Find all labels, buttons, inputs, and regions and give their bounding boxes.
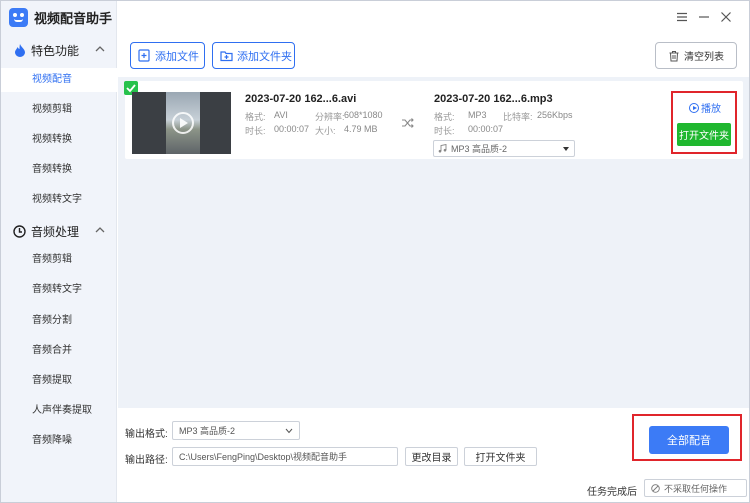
output-path-field[interactable]: C:\Users\FengPing\Desktop\视频配音助手 xyxy=(172,447,398,466)
output-path-value: C:\Users\FengPing\Desktop\视频配音助手 xyxy=(179,452,348,462)
add-file-icon xyxy=(138,49,150,62)
caret-down-icon xyxy=(563,147,569,151)
size-label: 大小: xyxy=(315,126,336,136)
target-duration: 00:00:07 xyxy=(468,124,504,134)
item-format-value: MP3 高品质-2 xyxy=(451,144,508,154)
bitrate: 256Kbps xyxy=(537,110,573,120)
flame-icon xyxy=(13,43,26,57)
source-duration: 00:00:07 xyxy=(274,124,310,134)
sidebar-group-audio[interactable]: 音频处理 xyxy=(1,220,117,242)
sidebar-item-video-to-text[interactable]: 视频转文字 xyxy=(1,188,117,212)
bitrate-label: 比特率: xyxy=(503,112,533,122)
sidebar-item-video-convert[interactable]: 视频转换 xyxy=(1,128,117,152)
close-icon[interactable] xyxy=(720,11,732,23)
sidebar-item-video-dubbing[interactable]: 视频配音 xyxy=(1,68,117,92)
add-folder-label: 添加文件夹 xyxy=(237,50,292,63)
after-done-select[interactable]: 不采取任何操作 xyxy=(644,479,747,497)
sidebar-item-audio-split[interactable]: 音频分割 xyxy=(1,309,117,333)
source-format-label: 格式: xyxy=(245,112,266,122)
sidebar-item-audio-extract[interactable]: 音频提取 xyxy=(1,369,117,393)
chevron-up-icon[interactable] xyxy=(95,225,105,235)
app-window: 视频配音助手 特色功能 视频配音 视频剪辑 视频转换 音频转换 视频转文字 音频… xyxy=(0,0,750,503)
play-label: 播放 xyxy=(701,104,721,115)
sidebar-item-video-edit[interactable]: 视频剪辑 xyxy=(1,98,117,122)
convert-arrow-icon xyxy=(402,118,414,128)
sidebar-item-audio-convert[interactable]: 音频转换 xyxy=(1,158,117,182)
music-note-icon xyxy=(438,144,447,153)
resolution-label: 分辨率: xyxy=(315,112,345,122)
source-format: AVI xyxy=(274,110,288,120)
sidebar-item-audio-denoise[interactable]: 音频降噪 xyxy=(1,429,117,453)
play-overlay-icon[interactable] xyxy=(172,112,194,134)
add-folder-icon xyxy=(220,51,233,62)
after-done-label: 任务完成后 xyxy=(587,487,637,498)
target-format: MP3 xyxy=(468,110,487,120)
play-icon xyxy=(689,102,699,113)
sidebar-item-vocal-separation[interactable]: 人声伴奏提取 xyxy=(1,399,117,423)
disc-icon xyxy=(13,224,26,238)
open-folder-button[interactable]: 打开文件夹 xyxy=(677,123,731,146)
open-output-folder-button[interactable]: 打开文件夹 xyxy=(464,447,537,466)
chevron-up-icon[interactable] xyxy=(95,44,105,54)
source-file-name: 2023-07-20 162...6.avi xyxy=(245,93,357,105)
chevron-down-icon xyxy=(285,428,293,434)
app-logo: 视频配音助手 xyxy=(9,8,112,27)
sidebar: 视频配音助手 特色功能 视频配音 视频剪辑 视频转换 音频转换 视频转文字 音频… xyxy=(1,1,117,502)
add-file-button[interactable]: 添加文件 xyxy=(130,42,205,69)
source-duration-label: 时长: xyxy=(245,126,266,136)
app-logo-icon xyxy=(9,8,28,27)
file-size: 4.79 MB xyxy=(344,124,378,134)
sidebar-group-label: 音频处理 xyxy=(31,224,80,239)
convert-all-button[interactable]: 全部配音 xyxy=(649,426,729,454)
clear-list-button[interactable]: 清空列表 xyxy=(655,42,737,69)
output-format-select[interactable]: MP3 高品质-2 xyxy=(172,421,300,440)
play-button[interactable]: 播放 xyxy=(689,100,721,115)
sidebar-item-audio-to-text[interactable]: 音频转文字 xyxy=(1,278,117,302)
after-done-value: 不采取任何操作 xyxy=(664,483,728,494)
clear-list-label: 清空列表 xyxy=(684,52,724,63)
menu-icon[interactable] xyxy=(676,11,688,23)
target-format-label: 格式: xyxy=(434,112,455,122)
minimize-icon[interactable] xyxy=(698,11,710,23)
target-duration-label: 时长: xyxy=(434,126,455,136)
sidebar-item-audio-merge[interactable]: 音频合并 xyxy=(1,339,117,363)
add-folder-button[interactable]: 添加文件夹 xyxy=(212,42,295,69)
sidebar-group-label: 特色功能 xyxy=(31,43,80,58)
resolution: 608*1080 xyxy=(344,110,383,120)
sidebar-item-audio-edit[interactable]: 音频剪辑 xyxy=(1,248,117,272)
sidebar-group-features[interactable]: 特色功能 xyxy=(1,39,117,61)
item-format-select[interactable]: MP3 高品质-2 xyxy=(433,140,575,157)
add-file-label: 添加文件 xyxy=(155,50,199,63)
output-format-value: MP3 高品质-2 xyxy=(179,426,236,436)
output-format-label: 输出格式: xyxy=(125,429,168,440)
app-title: 视频配音助手 xyxy=(34,11,113,26)
target-file-name: 2023-07-20 162...6.mp3 xyxy=(434,93,553,105)
prohibited-icon xyxy=(651,483,660,493)
output-path-label: 输出路径: xyxy=(125,455,168,466)
change-directory-button[interactable]: 更改目录 xyxy=(405,447,458,466)
trash-icon xyxy=(669,50,679,61)
